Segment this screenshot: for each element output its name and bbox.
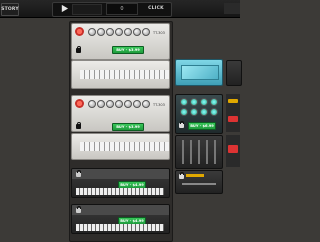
counter-display: 0: [106, 3, 138, 15]
drum-sequencer-panel[interactable]: [71, 60, 170, 89]
story-label: STORY: [1, 7, 19, 12]
click-label: CLICK: [148, 6, 164, 11]
lock-icon: [76, 170, 81, 177]
drum-machine-panel[interactable]: TT-303 BUY - $3.99: [71, 23, 170, 60]
play-icon[interactable]: [60, 4, 69, 13]
buy-button[interactable]: BUY - $3.99: [112, 123, 144, 131]
drum-machine-panel[interactable]: TT-303 BUY - $3.99: [71, 95, 170, 132]
fx-module[interactable]: [175, 170, 223, 194]
logo-icon: [75, 99, 84, 108]
record-area[interactable]: [72, 4, 102, 15]
side-module[interactable]: [226, 94, 240, 132]
buy-button[interactable]: BUY - $6.99: [188, 122, 216, 130]
menu-button[interactable]: [224, 3, 240, 14]
story-button[interactable]: STORY: [1, 3, 19, 16]
drum-sequencer-panel[interactable]: [71, 133, 170, 160]
effect-module-cyan[interactable]: [175, 59, 223, 86]
lock-icon: [76, 46, 81, 53]
lock-icon: [179, 121, 184, 128]
lock-icon: [76, 206, 81, 213]
lock-icon: [76, 122, 81, 129]
mixer-module[interactable]: BUY - $6.99: [175, 94, 223, 134]
synth-panel[interactable]: BUY - $4.99: [71, 204, 170, 234]
click-button[interactable]: CLICK: [147, 4, 165, 13]
side-module[interactable]: [226, 60, 242, 86]
logo-icon: [75, 27, 84, 36]
lock-icon: [179, 172, 184, 179]
model-label: TT-303: [153, 103, 165, 107]
fader-module[interactable]: [175, 135, 223, 169]
side-module[interactable]: [226, 135, 240, 167]
buy-button[interactable]: BUY - $3.99: [112, 46, 144, 54]
synth-panel[interactable]: BUY - $4.99: [71, 168, 170, 198]
model-label: TT-303: [153, 31, 165, 35]
